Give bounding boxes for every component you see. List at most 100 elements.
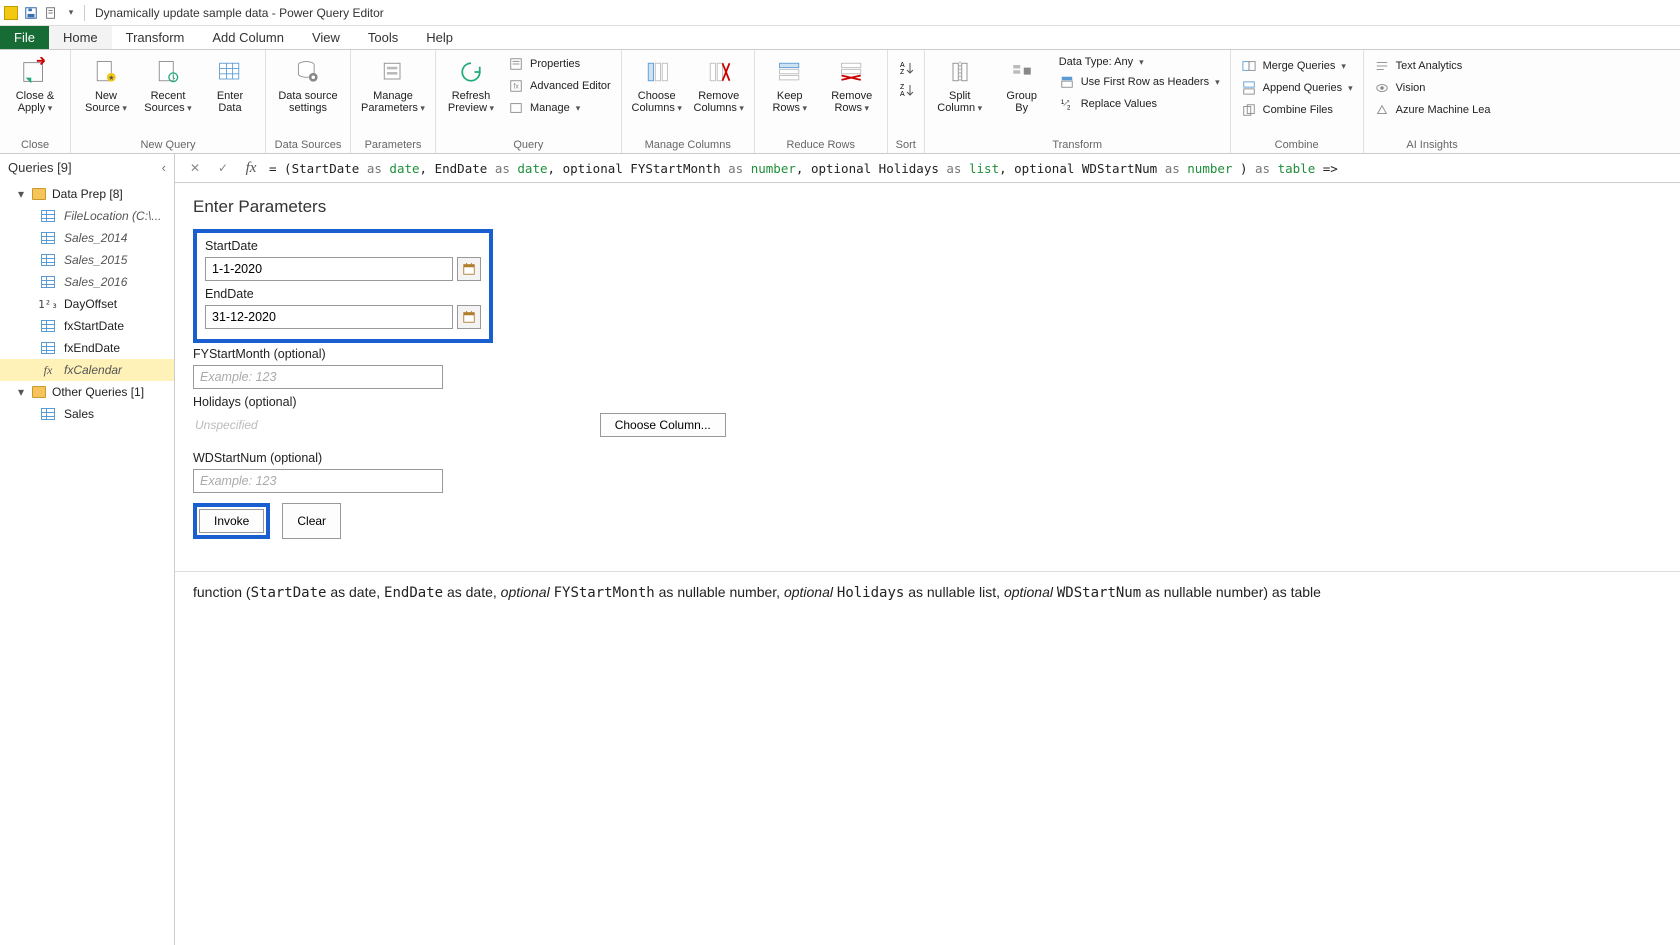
svg-text:A: A [900,62,905,69]
azure-ml-button[interactable]: Azure Machine Lea [1370,100,1495,120]
group-label-manage-columns: Manage Columns [628,137,748,151]
group-label-reduce-rows: Reduce Rows [761,137,881,151]
remove-rows-button[interactable]: Remove Rows [823,54,881,116]
tab-home[interactable]: Home [49,26,112,49]
properties-button[interactable]: Properties [504,54,615,74]
document-icon[interactable] [44,6,58,20]
tab-transform[interactable]: Transform [112,26,199,49]
text-analytics-label: Text Analytics [1396,60,1463,72]
split-column-button[interactable]: Split Column [931,54,989,116]
choose-column-button[interactable]: Choose Column... [600,413,726,437]
tree-group-other-queries[interactable]: ▾ Other Queries [1] [0,381,174,403]
group-label-sort: Sort [894,137,918,151]
cancel-formula-icon[interactable]: ✕ [185,158,205,178]
enter-data-button[interactable]: Enter Data [201,54,259,116]
tab-help[interactable]: Help [412,26,467,49]
table-icon [40,275,56,289]
azure-ml-label: Azure Machine Lea [1396,104,1491,116]
app-icon [4,6,18,20]
wdstartnum-input[interactable] [193,469,443,493]
svg-text:★: ★ [108,74,114,82]
query-item[interactable]: 1²₃ DayOffset [0,293,174,315]
group-by-button[interactable]: Group By [993,54,1051,116]
enddate-picker-button[interactable] [457,305,481,329]
calendar-icon [462,262,476,276]
recent-sources-button[interactable]: Recent Sources [139,54,197,116]
commit-formula-icon[interactable]: ✓ [213,158,233,178]
formula-bar: ✕ ✓ fx = (StartDate as date, EndDate as … [175,154,1680,183]
data-source-settings-button[interactable]: Data source settings [272,54,344,116]
tree-group-data-prep[interactable]: ▾ Data Prep [8] [0,183,174,205]
ribbon-group-transform: Split Column Group By Data Type: Any Use… [925,50,1231,153]
new-source-button[interactable]: ★ New Source [77,54,135,116]
ribbon-tabs: File Home Transform Add Column View Tool… [0,26,1680,50]
tab-add-column[interactable]: Add Column [198,26,298,49]
advanced-editor-label: Advanced Editor [530,80,611,92]
first-row-headers-button[interactable]: Use First Row as Headers [1055,72,1224,92]
titlebar: ▾ Dynamically update sample data - Power… [0,0,1680,26]
manage-parameters-label: Manage Parameters [361,90,425,114]
tab-view[interactable]: View [298,26,354,49]
text-analytics-button[interactable]: Text Analytics [1370,56,1495,76]
query-item[interactable]: fxfxCalendar [0,359,174,381]
svg-text:Z: Z [900,84,905,91]
choose-columns-button[interactable]: Choose Columns [628,54,686,116]
tab-tools[interactable]: Tools [354,26,412,49]
replace-values-icon: 12 [1059,96,1075,112]
append-queries-button[interactable]: Append Queries [1237,78,1357,98]
folder-icon [32,386,46,398]
ribbon-group-new-query: ★ New Source Recent Sources Enter Data N… [71,50,266,153]
manage-button[interactable]: Manage [504,98,615,118]
formula-text[interactable]: = (StartDate as date, EndDate as date, o… [269,161,1670,176]
save-icon[interactable] [24,6,38,20]
combine-files-button[interactable]: Combine Files [1237,100,1357,120]
close-apply-button[interactable]: Close & Apply [6,54,64,116]
query-item[interactable]: Sales_2014 [0,227,174,249]
replace-values-button[interactable]: 12 Replace Values [1055,94,1224,114]
collapse-pane-icon[interactable]: ‹ [162,160,166,175]
clear-button[interactable]: Clear [282,503,341,539]
tab-file[interactable]: File [0,26,49,49]
properties-label: Properties [530,58,580,70]
data-type-button[interactable]: Data Type: Any [1055,54,1224,70]
vision-button[interactable]: Vision [1370,78,1495,98]
query-item[interactable]: fxEndDate [0,337,174,359]
data-source-settings-icon [292,56,324,88]
new-source-label: New Source [85,90,127,114]
advanced-editor-button[interactable]: fx Advanced Editor [504,76,615,96]
startdate-picker-button[interactable] [457,257,481,281]
query-item[interactable]: Sales_2016 [0,271,174,293]
fystartmonth-input[interactable] [193,365,443,389]
tree-group-label: Data Prep [8] [52,187,123,201]
close-apply-label: Close & Apply [16,90,55,114]
holidays-label: Holidays (optional) [193,395,1662,409]
number-icon: 1²₃ [40,297,56,311]
queries-header-label: Queries [9] [8,160,72,175]
combine-files-label: Combine Files [1263,104,1333,116]
query-item[interactable]: Sales_2015 [0,249,174,271]
startdate-input[interactable] [205,257,453,281]
refresh-preview-button[interactable]: Refresh Preview [442,54,500,116]
queries-pane: Queries [9] ‹ ▾ Data Prep [8] FileLocati… [0,154,175,945]
first-row-headers-label: Use First Row as Headers [1081,76,1209,88]
query-item-label: DayOffset [64,297,117,311]
remove-columns-button[interactable]: Remove Columns [690,54,748,116]
group-label-parameters: Parameters [357,137,429,151]
qat-dropdown-icon[interactable]: ▾ [64,6,78,20]
group-label-ai-insights: AI Insights [1370,137,1495,151]
fx-icon[interactable]: fx [241,158,261,178]
query-item[interactable]: fxStartDate [0,315,174,337]
sort-desc-icon: ZA [898,82,914,98]
folder-icon [32,188,46,200]
invoke-button[interactable]: Invoke [199,509,264,533]
function-signature: function (StartDate as date, EndDate as … [175,571,1680,613]
advanced-editor-icon: fx [508,78,524,94]
query-item[interactable]: Sales [0,403,174,425]
sort-desc-button[interactable]: ZA [894,80,918,100]
manage-parameters-button[interactable]: Manage Parameters [357,54,429,116]
keep-rows-button[interactable]: Keep Rows [761,54,819,116]
query-item[interactable]: FileLocation (C:\... [0,205,174,227]
merge-queries-button[interactable]: Merge Queries [1237,56,1357,76]
enddate-input[interactable] [205,305,453,329]
sort-asc-button[interactable]: AZ [894,58,918,78]
